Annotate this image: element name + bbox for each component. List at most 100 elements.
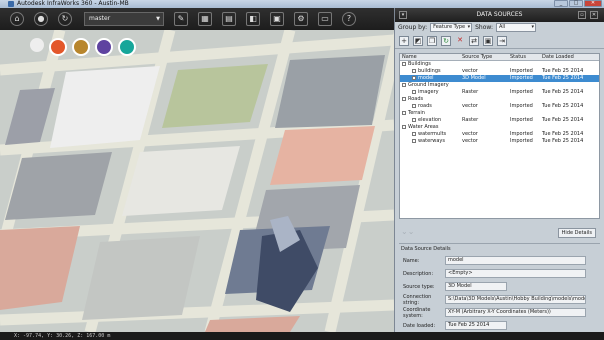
- table-row[interactable]: Roads: [400, 96, 599, 103]
- column-header[interactable]: Date Loaded: [540, 54, 594, 60]
- row-name: buildings: [418, 68, 441, 74]
- analyze-icon[interactable]: ▦: [198, 12, 212, 26]
- row-name-cell: imagery: [400, 89, 460, 96]
- table-row[interactable]: Buildings: [400, 61, 599, 68]
- row-date: [540, 96, 594, 103]
- maximize-button[interactable]: □: [569, 0, 583, 7]
- sync-icon[interactable]: ↻: [58, 12, 72, 26]
- detail-value-field[interactable]: XY-M (Arbitrary X-Y Coordinates (Meters)…: [445, 308, 586, 317]
- detail-value-field[interactable]: 3D Model: [445, 282, 507, 291]
- detail-label: Description:: [403, 270, 434, 277]
- detail-row: Coordinate system: XY-M (Arbitrary X-Y Co…: [399, 307, 600, 319]
- row-checkbox[interactable]: [412, 138, 416, 143]
- row-checkbox[interactable]: [402, 124, 406, 129]
- column-header[interactable]: Name: [400, 54, 460, 60]
- table-row[interactable]: Ground Imagery: [400, 82, 599, 89]
- row-date: [540, 110, 594, 117]
- table-row[interactable]: watermults vector Imported Tue Feb 25 2014: [400, 131, 599, 138]
- road-tool-icon[interactable]: [72, 38, 90, 56]
- style-icon[interactable]: ◧: [246, 12, 260, 26]
- proposal-select[interactable]: master ▼: [84, 12, 164, 26]
- sync-icon[interactable]: ⇄: [469, 35, 479, 46]
- close-source-icon[interactable]: ▣: [483, 35, 493, 46]
- delete-icon[interactable]: ✕: [455, 36, 465, 46]
- row-source-type: vector: [462, 138, 478, 144]
- window-title: Autodesk InfraWorks 360 - Austin-MB: [17, 0, 129, 7]
- collapse-icon[interactable]: ⌄⌄: [401, 227, 414, 236]
- configure-icon[interactable]: ◩: [413, 35, 423, 46]
- column-header[interactable]: Source Type: [460, 54, 508, 60]
- hide-details-button[interactable]: Hide Details: [557, 228, 596, 238]
- row-checkbox[interactable]: [412, 117, 416, 122]
- column-header[interactable]: Status: [508, 54, 540, 60]
- refresh-icon[interactable]: ↻: [441, 35, 451, 46]
- row-checkbox[interactable]: [412, 131, 416, 136]
- row-checkbox[interactable]: [412, 89, 416, 94]
- export-icon[interactable]: ⇥: [497, 35, 507, 46]
- layers-icon[interactable]: ▤: [222, 12, 236, 26]
- detail-value-field[interactable]: <Empty>: [445, 269, 586, 278]
- add-file-icon[interactable]: +: [399, 35, 409, 46]
- close-button[interactable]: ✕: [584, 0, 602, 7]
- map-viewport[interactable]: [0, 30, 394, 332]
- row-name-cell: Ground Imagery: [400, 82, 460, 89]
- present-icon[interactable]: ▣: [270, 12, 284, 26]
- row-checkbox[interactable]: [412, 75, 416, 80]
- table-row[interactable]: Terrain: [400, 110, 599, 117]
- row-source-type: Raster: [462, 89, 479, 95]
- row-name: Roads: [408, 96, 424, 102]
- window-controls: _ □ ✕: [554, 0, 602, 8]
- water-icon[interactable]: [118, 38, 136, 56]
- row-date: Tue Feb 25 2014: [542, 89, 584, 95]
- show-select[interactable]: All ▾: [496, 23, 537, 32]
- create-icon[interactable]: ✎: [174, 12, 188, 26]
- table-row[interactable]: roads vector Imported Tue Feb 25 2014: [400, 103, 599, 110]
- pan-icon[interactable]: [30, 38, 44, 52]
- row-status: [508, 61, 540, 68]
- pin-icon[interactable]: ▫: [578, 11, 586, 19]
- detail-value-field[interactable]: model: [445, 256, 586, 265]
- city-3d-view[interactable]: [0, 30, 394, 332]
- close-panel-icon[interactable]: ✕: [590, 11, 598, 19]
- table-row[interactable]: Water Areas: [400, 124, 599, 131]
- minimize-button[interactable]: _: [554, 0, 568, 7]
- settings-icon[interactable]: ⚙: [294, 12, 308, 26]
- row-checkbox[interactable]: [402, 96, 406, 101]
- table-row[interactable]: model 3D Model Imported Tue Feb 25 2014: [400, 75, 599, 82]
- row-checkbox[interactable]: [412, 103, 416, 108]
- row-checkbox[interactable]: [402, 61, 406, 66]
- row-name-cell: roads: [400, 103, 460, 110]
- globe-icon[interactable]: ●: [34, 12, 48, 26]
- row-status: [508, 96, 540, 103]
- row-source-type: vector: [462, 131, 478, 137]
- bridge-icon[interactable]: [95, 38, 113, 56]
- row-date: [540, 124, 594, 131]
- group-by-select[interactable]: Feature Type ▾: [430, 23, 473, 32]
- table-row[interactable]: imagery Raster Imported Tue Feb 25 2014: [400, 89, 599, 96]
- tool-wheel: [30, 38, 136, 56]
- app-icon: [8, 1, 14, 7]
- detail-value-field[interactable]: S:\Data\3D Models\Austin\Hobby Building\…: [445, 295, 586, 304]
- row-name-cell: Buildings: [400, 61, 460, 68]
- row-name: waterways: [418, 138, 445, 144]
- details-splitter[interactable]: ⌄⌄ Hide Details: [395, 219, 604, 243]
- dock-icon[interactable]: ▾: [399, 11, 407, 19]
- row-name: Water Areas: [408, 124, 439, 130]
- row-checkbox[interactable]: [402, 110, 406, 115]
- help-icon[interactable]: ?: [342, 12, 356, 26]
- row-name: watermults: [418, 131, 447, 137]
- copy-icon[interactable]: ❐: [427, 35, 437, 46]
- profile-icon[interactable]: ▭: [318, 12, 332, 26]
- home-icon[interactable]: ⌂: [10, 12, 24, 26]
- pedestrian-icon[interactable]: [49, 38, 67, 56]
- table-row[interactable]: waterways vector Imported Tue Feb 25 2014: [400, 138, 599, 145]
- table-row[interactable]: elevation Raster Imported Tue Feb 25 2014: [400, 117, 599, 124]
- table-row[interactable]: buildings vector Imported Tue Feb 25 2014: [400, 68, 599, 75]
- row-checkbox[interactable]: [402, 82, 406, 87]
- row-source-type: [460, 82, 508, 89]
- row-checkbox[interactable]: [412, 68, 416, 73]
- row-name-cell: Water Areas: [400, 124, 460, 131]
- row-name: roads: [418, 103, 432, 109]
- detail-value-field[interactable]: Tue Feb 25 2014: [445, 321, 507, 330]
- row-date: [540, 82, 594, 89]
